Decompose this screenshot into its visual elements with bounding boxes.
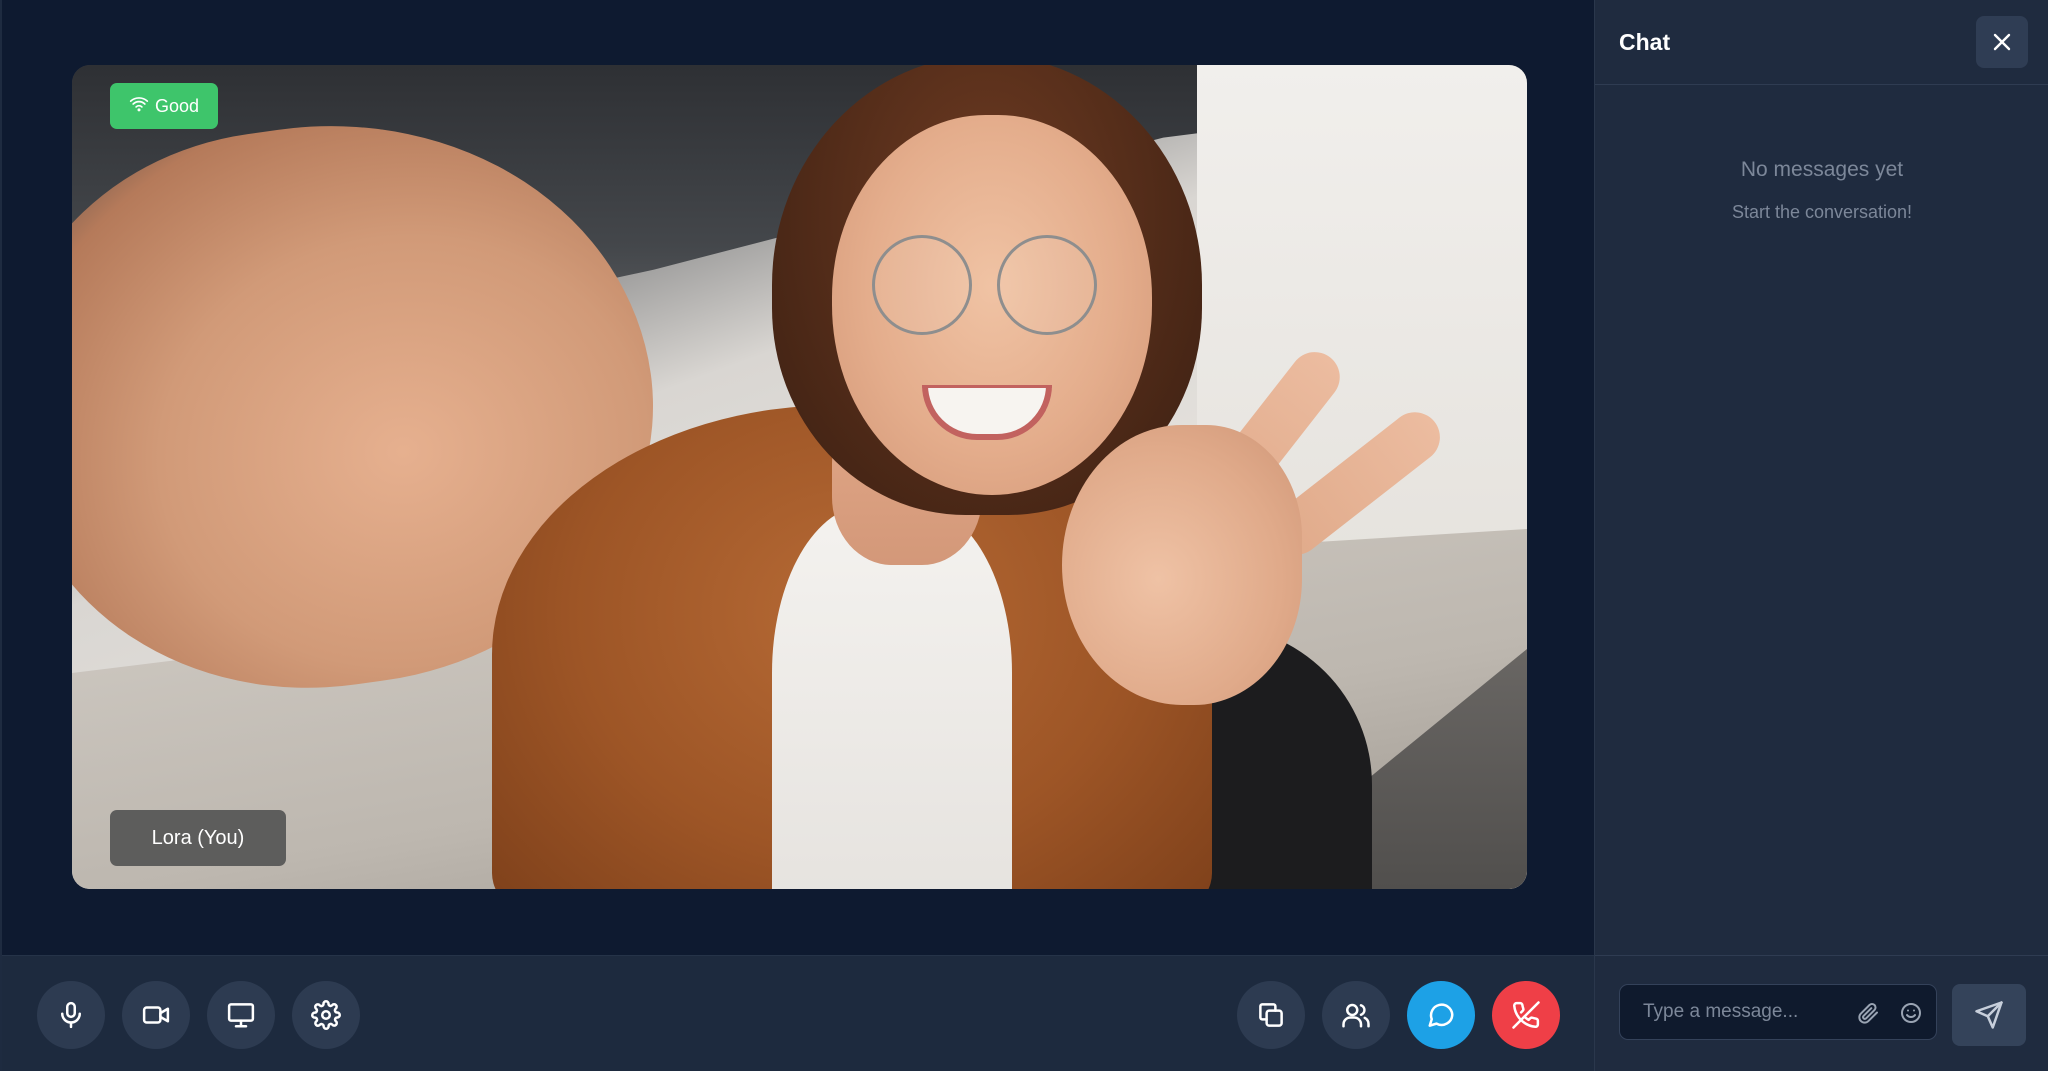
end-call-button[interactable]: [1492, 981, 1560, 1049]
glasses-right-lens: [997, 235, 1097, 335]
wifi-icon: [129, 94, 149, 119]
chat-composer: [1595, 955, 2048, 1071]
send-icon: [1975, 1001, 2003, 1029]
video-camera-icon: [142, 1006, 170, 1024]
connection-status-label: Good: [154, 95, 200, 116]
screen-share-icon: [227, 1003, 255, 1028]
close-icon: [1993, 33, 2011, 51]
participants-button[interactable]: [1322, 981, 1390, 1049]
copy-link-button[interactable]: [1237, 981, 1305, 1049]
end-call-icon: [1512, 1001, 1540, 1029]
participant-name-tag: Lora (You): [110, 810, 286, 866]
attach-button[interactable]: [1855, 1000, 1881, 1026]
call-area: Good Lora (You): [0, 0, 1596, 1071]
chat-header: Chat: [1595, 0, 2048, 85]
camera-button[interactable]: [122, 981, 190, 1049]
participant-name: Lora (You): [151, 826, 245, 849]
chat-panel: Chat No messages yet Start the conversat…: [1594, 0, 2048, 1071]
close-chat-button[interactable]: [1976, 16, 2028, 68]
call-toolbar: [2, 955, 1596, 1071]
peace-sign-hand: [1062, 425, 1302, 705]
empty-state-subtitle: Start the conversation!: [1731, 202, 1913, 222]
settings-button[interactable]: [292, 981, 360, 1049]
participants-icon: [1342, 1003, 1370, 1028]
send-message-button[interactable]: [1952, 984, 2026, 1046]
emoji-button[interactable]: [1898, 1000, 1924, 1026]
glasses-left-lens: [872, 235, 972, 335]
emoji-icon: [1901, 1003, 1921, 1023]
paperclip-icon: [1858, 1002, 1878, 1024]
chat-title: Chat: [1619, 29, 1671, 55]
microphone-icon: [61, 1001, 81, 1029]
microphone-button[interactable]: [37, 981, 105, 1049]
connection-quality-badge: Good: [110, 83, 218, 129]
copy-icon: [1259, 1003, 1283, 1027]
video-call-app: Good Lora (You) Chat No messages yet Sta…: [0, 0, 2048, 1071]
chat-button[interactable]: [1407, 981, 1475, 1049]
chat-icon: [1428, 1003, 1454, 1027]
message-input-container: [1619, 984, 1937, 1040]
screen-share-button[interactable]: [207, 981, 275, 1049]
message-input[interactable]: [1620, 985, 1850, 1039]
empty-state-title: No messages yet: [1740, 158, 1904, 181]
settings-icon: [311, 1000, 341, 1030]
video-tile[interactable]: Good Lora (You): [72, 65, 1527, 889]
